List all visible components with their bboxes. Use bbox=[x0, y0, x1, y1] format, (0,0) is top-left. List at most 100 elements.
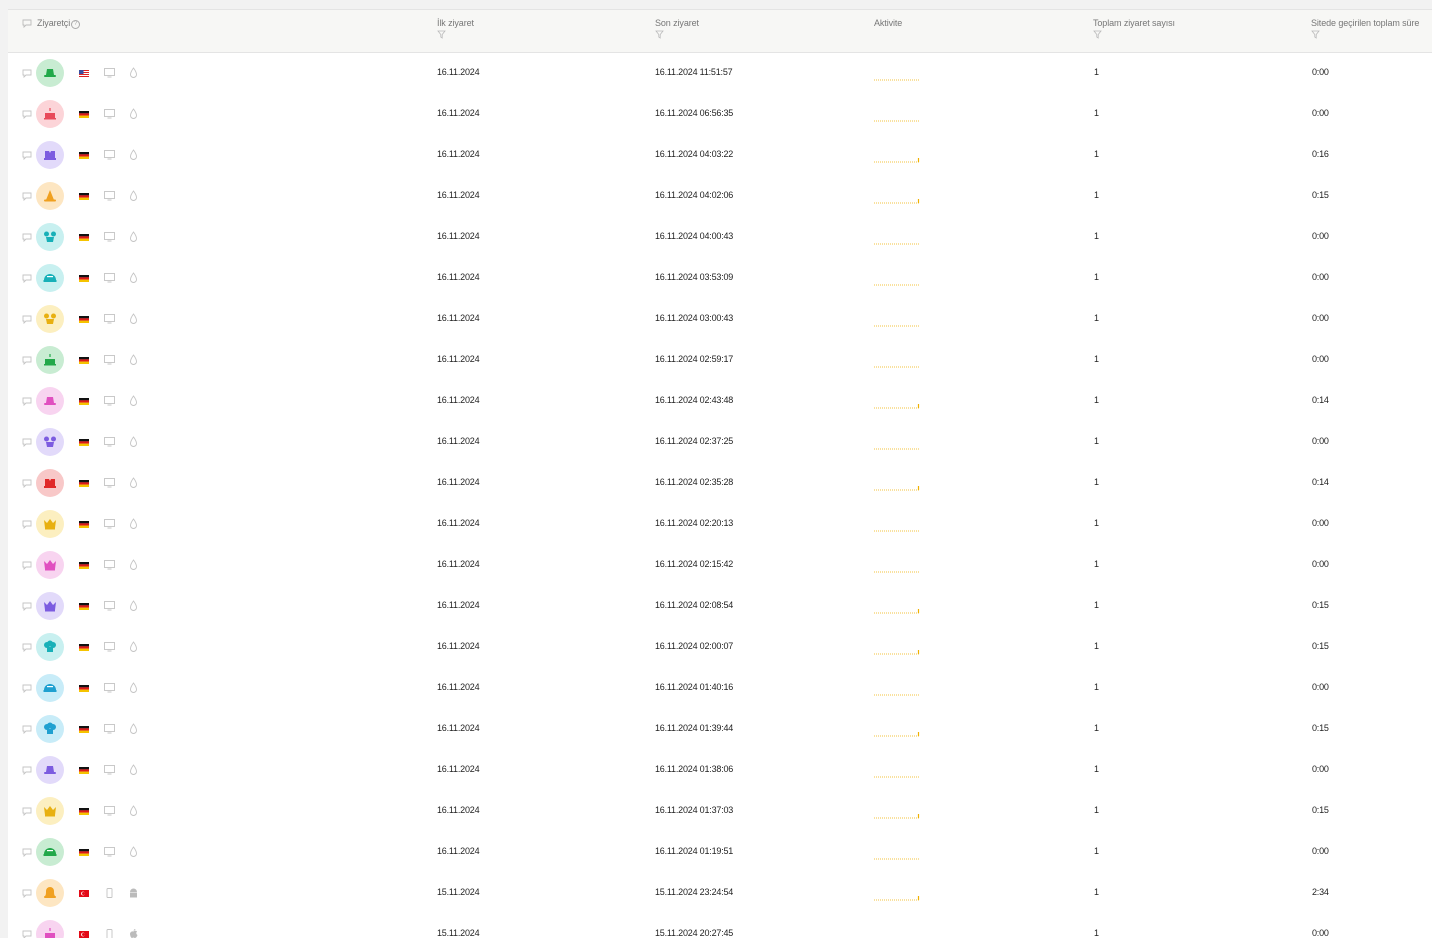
table-row[interactable]: 16.11.202416.11.2024 01:40:1610:00 bbox=[8, 668, 1432, 710]
activity-sparkline bbox=[873, 231, 921, 245]
bell-icon bbox=[43, 886, 57, 900]
activity-sparkline bbox=[873, 805, 921, 819]
chat-icon[interactable] bbox=[22, 151, 32, 160]
desktop-icon bbox=[104, 396, 115, 406]
avatar[interactable] bbox=[36, 756, 64, 784]
activity-sparkline bbox=[873, 313, 921, 327]
chat-icon[interactable] bbox=[22, 766, 32, 775]
column-last-visit[interactable]: Son ziyaret bbox=[655, 18, 699, 39]
table-row[interactable]: 16.11.202416.11.2024 11:51:5710:00 bbox=[8, 53, 1432, 95]
chat-icon[interactable] bbox=[22, 725, 32, 734]
table-row[interactable]: 16.11.202416.11.2024 02:35:2810:14 bbox=[8, 463, 1432, 505]
avatar[interactable] bbox=[36, 551, 64, 579]
avatar[interactable] bbox=[36, 674, 64, 702]
table-row[interactable]: 16.11.202416.11.2024 02:59:1710:00 bbox=[8, 340, 1432, 382]
last-visit-datetime: 16.11.2024 01:39:44 bbox=[655, 723, 733, 733]
last-visit-datetime: 16.11.2024 01:38:06 bbox=[655, 764, 733, 774]
chat-icon[interactable] bbox=[22, 233, 32, 242]
avatar[interactable] bbox=[36, 346, 64, 374]
filter-icon[interactable] bbox=[437, 30, 446, 39]
chat-icon[interactable] bbox=[22, 274, 32, 283]
filter-icon[interactable] bbox=[1093, 30, 1102, 39]
avatar[interactable] bbox=[36, 715, 64, 743]
table-row[interactable]: 16.11.202416.11.2024 02:20:1310:00 bbox=[8, 504, 1432, 546]
avatar[interactable] bbox=[36, 141, 64, 169]
table-row[interactable]: 16.11.202416.11.2024 03:00:4310:00 bbox=[8, 299, 1432, 341]
chat-icon[interactable] bbox=[22, 602, 32, 611]
table-row[interactable]: 16.11.202416.11.2024 02:37:2510:00 bbox=[8, 422, 1432, 464]
avatar[interactable] bbox=[36, 387, 64, 415]
chat-icon[interactable] bbox=[22, 397, 32, 406]
cake-icon bbox=[43, 107, 57, 121]
chat-icon[interactable] bbox=[22, 561, 32, 570]
chat-icon[interactable] bbox=[22, 848, 32, 857]
table-row[interactable]: 15.11.202415.11.2024 23:24:5412:34 bbox=[8, 873, 1432, 915]
chat-icon[interactable] bbox=[22, 438, 32, 447]
help-icon[interactable]: ? bbox=[71, 20, 80, 29]
avatar[interactable] bbox=[36, 633, 64, 661]
first-visit-date: 16.11.2024 bbox=[437, 108, 479, 118]
avatar[interactable] bbox=[36, 838, 64, 866]
table-row[interactable]: 16.11.202416.11.2024 01:37:0310:15 bbox=[8, 791, 1432, 833]
table-row[interactable]: 16.11.202416.11.2024 01:39:4410:15 bbox=[8, 709, 1432, 751]
total-time-value: 0:00 bbox=[1312, 272, 1329, 282]
total-time-value: 0:14 bbox=[1312, 395, 1329, 405]
avatar[interactable] bbox=[36, 469, 64, 497]
chat-icon[interactable] bbox=[22, 315, 32, 324]
avatar[interactable] bbox=[36, 223, 64, 251]
filter-icon[interactable] bbox=[655, 30, 664, 39]
avatar[interactable] bbox=[36, 182, 64, 210]
avatar[interactable] bbox=[36, 428, 64, 456]
last-visit-datetime: 16.11.2024 01:37:03 bbox=[655, 805, 733, 815]
table-row[interactable]: 16.11.202416.11.2024 02:43:4810:14 bbox=[8, 381, 1432, 423]
column-visitor-label: Ziyaretçi bbox=[37, 18, 70, 28]
avatar[interactable] bbox=[36, 920, 64, 938]
chef-icon bbox=[43, 722, 57, 736]
chat-icon[interactable] bbox=[22, 69, 32, 78]
table-row[interactable]: 16.11.202416.11.2024 01:19:5110:00 bbox=[8, 832, 1432, 874]
chat-icon[interactable] bbox=[22, 684, 32, 693]
table-row[interactable]: 16.11.202416.11.2024 03:53:0910:00 bbox=[8, 258, 1432, 300]
table-row[interactable]: 16.11.202416.11.2024 04:00:4310:00 bbox=[8, 217, 1432, 259]
desktop-icon bbox=[104, 601, 115, 611]
first-visit-date: 16.11.2024 bbox=[437, 723, 479, 733]
avatar[interactable] bbox=[36, 510, 64, 538]
column-visitor[interactable]: Ziyaretçi? bbox=[37, 18, 80, 29]
total-time-value: 0:00 bbox=[1312, 518, 1329, 528]
first-visit-date: 16.11.2024 bbox=[437, 477, 479, 487]
table-row[interactable]: 16.11.202416.11.2024 04:02:0610:15 bbox=[8, 176, 1432, 218]
table-row[interactable]: 16.11.202416.11.2024 06:56:3510:00 bbox=[8, 94, 1432, 136]
chat-icon[interactable] bbox=[22, 807, 32, 816]
chat-icon[interactable] bbox=[22, 643, 32, 652]
total-time-value: 0:00 bbox=[1312, 682, 1329, 692]
chat-icon[interactable] bbox=[22, 479, 32, 488]
chat-icon[interactable] bbox=[22, 356, 32, 365]
column-total-visits[interactable]: Toplam ziyaret sayısı bbox=[1093, 18, 1175, 39]
chat-icon[interactable] bbox=[22, 889, 32, 898]
chat-icon[interactable] bbox=[22, 110, 32, 119]
table-row[interactable]: 16.11.202416.11.2024 04:03:2210:16 bbox=[8, 135, 1432, 177]
column-total-time[interactable]: Sitede geçirilen toplam süre bbox=[1311, 18, 1419, 39]
avatar[interactable] bbox=[36, 100, 64, 128]
total-time-value: 0:00 bbox=[1312, 436, 1329, 446]
avatar[interactable] bbox=[36, 797, 64, 825]
table-row[interactable]: 16.11.202416.11.2024 02:08:5410:15 bbox=[8, 586, 1432, 628]
chat-icon[interactable] bbox=[22, 192, 32, 201]
table-row[interactable]: 16.11.202416.11.2024 02:15:4210:00 bbox=[8, 545, 1432, 587]
total-time-value: 0:00 bbox=[1312, 108, 1329, 118]
activity-sparkline bbox=[873, 354, 921, 368]
visitors-table: Ziyaretçi? İlk ziyaret Son ziyaret Aktiv… bbox=[8, 9, 1432, 938]
table-row[interactable]: 16.11.202416.11.2024 02:00:0710:15 bbox=[8, 627, 1432, 669]
chat-icon[interactable] bbox=[22, 520, 32, 529]
hat-icon bbox=[43, 66, 57, 80]
table-row[interactable]: 16.11.202416.11.2024 01:38:0610:00 bbox=[8, 750, 1432, 792]
chat-icon[interactable] bbox=[22, 19, 32, 28]
avatar[interactable] bbox=[36, 264, 64, 292]
column-first-visit[interactable]: İlk ziyaret bbox=[437, 18, 474, 39]
table-row[interactable]: 15.11.202415.11.2024 20:27:4510:00 bbox=[8, 914, 1432, 938]
avatar[interactable] bbox=[36, 305, 64, 333]
avatar[interactable] bbox=[36, 879, 64, 907]
filter-icon[interactable] bbox=[1311, 30, 1320, 39]
avatar[interactable] bbox=[36, 592, 64, 620]
avatar[interactable] bbox=[36, 59, 64, 87]
